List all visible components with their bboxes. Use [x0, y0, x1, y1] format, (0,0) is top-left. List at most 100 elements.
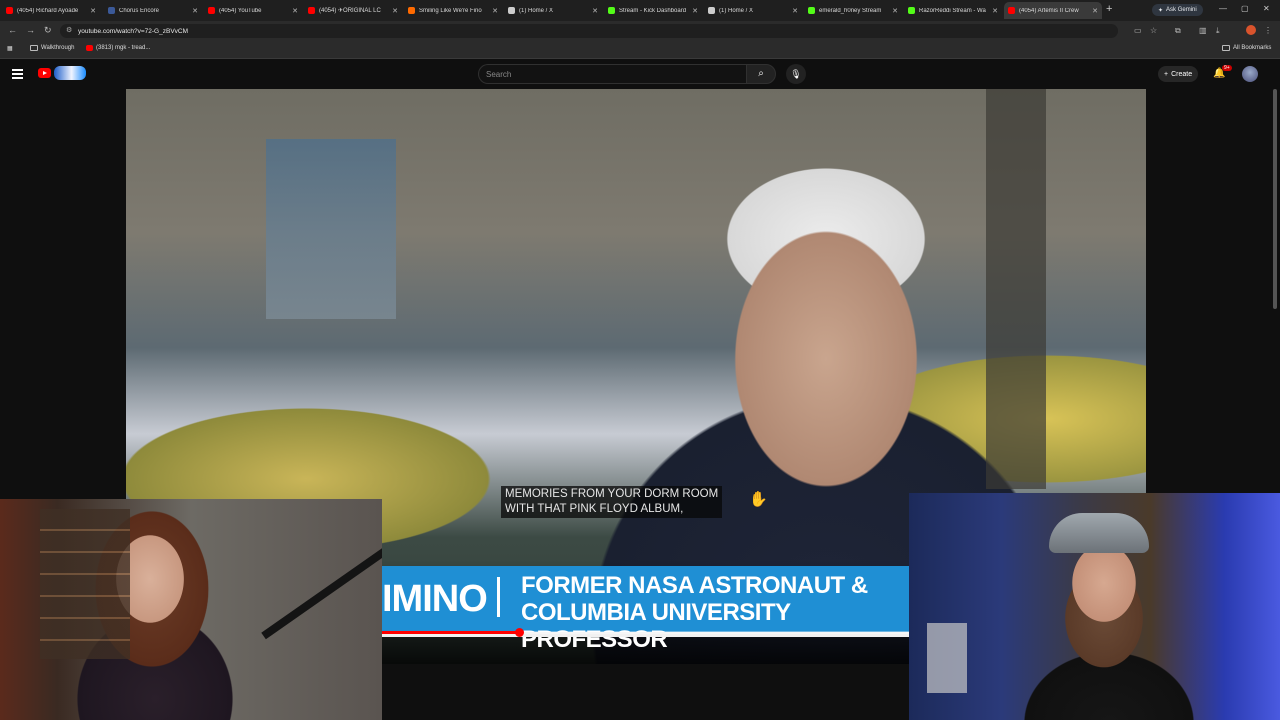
tab-favicon-icon	[508, 7, 515, 14]
webcam-left-streamer	[0, 499, 382, 720]
voice-search-button[interactable]: 🎙	[786, 64, 806, 84]
bookshelf	[40, 509, 130, 659]
folder-icon	[30, 45, 38, 51]
address-url: youtube.com/watch?v=72-G_zBVvCM	[78, 27, 189, 35]
tab-close-icon[interactable]: ✕	[792, 7, 798, 15]
youtube-logo-icon[interactable]	[38, 68, 51, 78]
tab-close-icon[interactable]: ✕	[192, 7, 198, 15]
browser-tab[interactable]: Chorus Encore ✕	[104, 2, 202, 19]
browser-tab[interactable]: emerald_h0ney Stream ✕	[804, 2, 902, 19]
browser-tab[interactable]: (1) Home / X ✕	[704, 2, 802, 19]
tab-close-icon[interactable]: ✕	[1092, 7, 1098, 15]
search-placeholder: Search	[486, 69, 512, 79]
microphone-arm	[261, 546, 382, 640]
browser-tab[interactable]: (4054) Richard Ayoade ✕	[2, 2, 100, 19]
browser-tab[interactable]: RazorReddi Stream - Wa ✕	[904, 2, 1002, 19]
browser-tab[interactable]: (1) Home / X ✕	[504, 2, 602, 19]
tab-close-icon[interactable]: ✕	[592, 7, 598, 15]
tab-title: Stream - Kick Dashboard	[619, 7, 687, 14]
webcam-right-streamer	[909, 493, 1280, 720]
hand-cursor-icon: ✋	[749, 491, 768, 508]
bookmark-mgk[interactable]: (3813) mgk - tread...	[86, 45, 150, 51]
lower-third-name: IMINO	[382, 578, 488, 620]
lower-third-separator	[497, 577, 500, 617]
reload-icon[interactable]: ↻	[44, 25, 52, 36]
profile-avatar[interactable]	[1246, 25, 1256, 35]
video-progress-fill	[382, 631, 520, 634]
tab-title: (4054) Artemis II Crew	[1019, 7, 1079, 14]
browser-tab[interactable]: (4054) YouTube ✕	[204, 2, 302, 19]
new-tab-button[interactable]: +	[1106, 3, 1112, 15]
bookmarks-bar: ▦ Walkthrough (3813) mgk - tread... All …	[0, 41, 1280, 59]
forward-arrow-icon[interactable]: →	[26, 25, 35, 35]
bookmark-label: (3813) mgk - tread...	[96, 45, 151, 51]
video-progress-bar[interactable]	[382, 628, 909, 637]
browser-tab[interactable]: (4054) ✈ORIGINAL LC ✕	[304, 2, 402, 19]
account-avatar[interactable]	[1242, 66, 1258, 82]
all-bookmarks-label: All Bookmarks	[1233, 45, 1272, 51]
side-panel-icon[interactable]: ▥	[1199, 26, 1207, 35]
bookmark-star-icon[interactable]: ☆	[1150, 26, 1157, 35]
back-arrow-icon[interactable]: ←	[8, 25, 17, 35]
tab-favicon-icon	[908, 7, 915, 14]
tab-close-icon[interactable]: ✕	[392, 7, 398, 15]
tab-close-icon[interactable]: ✕	[292, 7, 298, 15]
site-info-icon[interactable]: ⚙	[66, 26, 72, 34]
closed-caption: MEMORIES FROM YOUR DORM ROOM WITH THAT P…	[501, 486, 723, 518]
search-button[interactable]: ⌕	[746, 64, 776, 84]
address-toolbar: ← → ↻ ⚙ youtube.com/watch?v=72-G_zBVvCM …	[0, 21, 1280, 41]
create-button[interactable]: + Create	[1158, 66, 1199, 82]
cast-icon[interactable]: ▭	[1134, 26, 1142, 35]
baseball-cap	[1049, 513, 1149, 553]
tab-title: (4054) Richard Ayoade	[17, 7, 79, 14]
tab-title: emerald_h0ney Stream	[819, 7, 882, 14]
tab-favicon-icon	[108, 7, 115, 14]
minimize-button[interactable]: —	[1219, 4, 1227, 13]
tab-close-icon[interactable]: ✕	[90, 7, 96, 15]
ask-gemini-button[interactable]: ✦ Ask Gemini	[1152, 4, 1203, 16]
browser-tab[interactable]: Smiling Like We're Fino ✕	[404, 2, 502, 19]
tab-favicon-icon	[208, 7, 215, 14]
tab-title: Chorus Encore	[119, 7, 160, 14]
maximize-button[interactable]: ▢	[1241, 4, 1249, 13]
search-input[interactable]: Search	[478, 64, 746, 84]
lower-third-role: FORMER NASA ASTRONAUT & COLUMBIA UNIVERS…	[521, 572, 909, 653]
create-label: Create	[1171, 70, 1193, 78]
tab-favicon-icon	[308, 7, 315, 14]
tab-close-icon[interactable]: ✕	[492, 7, 498, 15]
ask-gemini-label: Ask Gemini	[1166, 7, 1197, 13]
extensions-icon[interactable]: ⧉	[1175, 26, 1181, 36]
youtube-header: Search ⌕ 🎙 + Create 🔔 9+	[0, 59, 1280, 89]
tab-favicon-icon	[608, 7, 615, 14]
browser-tab[interactable]: Stream - Kick Dashboard ✕	[604, 2, 702, 19]
tab-favicon-icon	[6, 7, 13, 14]
lower-third-role-line: FORMER NASA ASTRONAUT &	[521, 572, 868, 599]
tab-title: RazorReddi Stream - Wa	[919, 7, 986, 14]
tab-close-icon[interactable]: ✕	[692, 7, 698, 15]
tab-title: (4054) YouTube	[219, 7, 262, 14]
youtube-doodle-logo[interactable]	[54, 66, 86, 80]
video-background-pillar	[986, 89, 1046, 489]
address-bar[interactable]: ⚙ youtube.com/watch?v=72-G_zBVvCM	[60, 24, 1118, 38]
tab-favicon-icon	[1008, 7, 1015, 14]
browser-tab-strip: + ✦ Ask Gemini — ▢ ✕ (4054) Richard Ayoa…	[0, 0, 1280, 21]
tab-title: (4054) ✈ORIGINAL LC	[319, 8, 381, 14]
plus-icon: +	[1164, 70, 1169, 78]
tab-close-icon[interactable]: ✕	[992, 7, 998, 15]
notification-count-badge: 9+	[1222, 65, 1232, 71]
tab-favicon-icon	[708, 7, 715, 14]
page-scrollbar[interactable]	[1273, 89, 1277, 309]
browser-tab[interactable]: (4054) Artemis II Crew ✕	[1004, 2, 1102, 19]
bookmark-walkthrough[interactable]: Walkthrough	[30, 45, 74, 51]
all-bookmarks[interactable]: All Bookmarks	[1222, 45, 1271, 51]
downloads-icon[interactable]: ⤓	[1216, 26, 1220, 36]
tab-favicon-icon	[808, 7, 815, 14]
tab-close-icon[interactable]: ✕	[892, 7, 898, 15]
video-scrubber-handle[interactable]	[515, 628, 525, 637]
close-window-button[interactable]: ✕	[1263, 4, 1270, 13]
menu-kebab-icon[interactable]: ⋮	[1264, 26, 1272, 35]
search-icon: ⌕	[758, 68, 764, 79]
caption-line: WITH THAT PINK FLOYD ALBUM,	[505, 503, 684, 515]
apps-grid-icon[interactable]: ▦	[7, 45, 13, 52]
hamburger-menu-icon[interactable]	[12, 69, 23, 81]
